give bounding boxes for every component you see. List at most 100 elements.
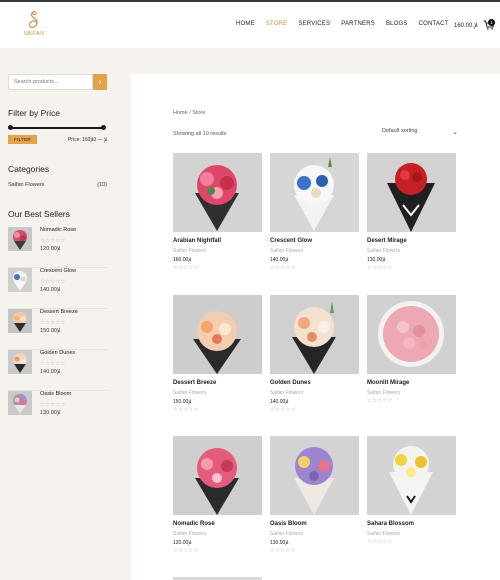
product-image[interactable] bbox=[173, 153, 262, 232]
rating-stars: ☆☆☆☆☆ bbox=[367, 539, 393, 545]
breadcrumb[interactable]: Home / Store bbox=[173, 110, 205, 116]
nav-contact[interactable]: CONTACT bbox=[419, 21, 449, 27]
best-seller-price: 150.00ﻺ bbox=[40, 328, 61, 334]
sorting-value: Default sorting bbox=[382, 128, 418, 134]
product-image[interactable] bbox=[367, 436, 456, 515]
product-name[interactable]: Moonlit Mirage bbox=[367, 380, 456, 386]
cart-total[interactable]: 160.00.ﻺ bbox=[454, 22, 478, 29]
nav-services[interactable]: SERVICES bbox=[298, 21, 330, 27]
best-seller-item[interactable]: Nomadic Rose ☆☆☆☆☆ 120.00ﻺ bbox=[8, 227, 107, 268]
product-thumbnail[interactable] bbox=[8, 227, 32, 251]
product-store[interactable]: Saifan Flowers bbox=[367, 248, 456, 254]
product-image[interactable] bbox=[367, 295, 456, 374]
product-name[interactable]: Nomadic Rose bbox=[173, 521, 262, 527]
rating-stars: ☆☆☆☆☆ bbox=[40, 361, 66, 367]
category-count: (10) bbox=[97, 182, 107, 188]
product-image[interactable] bbox=[270, 153, 359, 232]
best-seller-item[interactable]: Dessert Breeze ☆☆☆☆☆ 150.00ﻺ bbox=[8, 309, 107, 350]
rating-stars: ☆☆☆☆☆ bbox=[40, 279, 66, 285]
rating-stars: ☆☆☆☆☆ bbox=[40, 320, 66, 326]
best-seller-name[interactable]: Golden Dunes bbox=[40, 350, 75, 356]
logo[interactable]: SAIFAN bbox=[22, 10, 46, 37]
product-thumbnail[interactable] bbox=[8, 268, 32, 292]
sidebar: › Filter by Price FILTER Price: 160ﻺ — 0… bbox=[8, 74, 108, 432]
price-slider-max-handle[interactable] bbox=[101, 125, 106, 130]
category-name[interactable]: Saifan Flowers bbox=[8, 182, 44, 188]
chevron-down-icon: ⌄ bbox=[452, 129, 458, 136]
best-seller-item[interactable]: Crescent Glow ☆☆☆☆☆ 140.00ﻺ bbox=[8, 268, 107, 309]
product-price: 140.00ﻺ bbox=[270, 399, 289, 405]
best-seller-name[interactable]: Dessert Breeze bbox=[40, 309, 78, 315]
category-item[interactable]: Saifan Flowers (10) bbox=[8, 182, 107, 188]
product-name[interactable]: Arabian Nightfall bbox=[173, 238, 262, 244]
best-seller-item[interactable]: Oasis Bloom ☆☆☆☆☆ 130.00ﻺ bbox=[8, 391, 107, 432]
product-image[interactable] bbox=[173, 295, 262, 374]
product-image[interactable] bbox=[173, 436, 262, 515]
product-name[interactable]: Oasis Bloom bbox=[270, 521, 359, 527]
product-card[interactable]: Sahara Blossom Saifan Flowers ☆☆☆☆☆ bbox=[367, 436, 456, 545]
nav-home[interactable]: HOME bbox=[236, 21, 255, 27]
product-name[interactable]: Sahara Blossom bbox=[367, 521, 456, 527]
product-store[interactable]: Saifan Flowers bbox=[173, 531, 262, 537]
product-price: 150.00ﻺ bbox=[173, 399, 192, 405]
product-card[interactable]: Nomadic Rose Saifan Flowers 120.00ﻺ ☆☆☆☆… bbox=[173, 436, 262, 554]
best-seller-price: 140.00ﻺ bbox=[40, 369, 61, 375]
sorting-select[interactable]: Default sorting ⌄ bbox=[382, 128, 458, 140]
product-card[interactable]: Dessert Breeze Saifan Flowers 150.00ﻺ ☆☆… bbox=[173, 295, 262, 413]
product-image[interactable] bbox=[270, 436, 359, 515]
filter-title: Filter by Price bbox=[8, 108, 60, 118]
product-card[interactable]: Arabian Nightfall Saifan Flowers 160.00ﻺ… bbox=[173, 153, 262, 271]
rating-stars: ☆☆☆☆☆ bbox=[173, 407, 199, 413]
rating-stars: ☆☆☆☆☆ bbox=[270, 265, 296, 271]
product-store[interactable]: Saifan Flowers bbox=[173, 248, 262, 254]
product-price: 140.00ﻺ bbox=[270, 257, 289, 263]
product-name[interactable]: Crescent Glow bbox=[270, 238, 359, 244]
price-slider[interactable] bbox=[8, 124, 106, 132]
rating-stars: ☆☆☆☆☆ bbox=[40, 238, 66, 244]
price-range-label: Price: 160ﻺ — 0ﻺ bbox=[67, 136, 107, 143]
best-seller-name[interactable]: Crescent Glow bbox=[40, 268, 76, 274]
best-seller-item[interactable]: Golden Dunes ☆☆☆☆☆ 140.00ﻺ bbox=[8, 350, 107, 391]
product-store[interactable]: Saifan Flowers bbox=[270, 390, 359, 396]
product-name[interactable]: Desert Mirage bbox=[367, 238, 456, 244]
best-seller-price: 130.00ﻺ bbox=[40, 410, 61, 416]
rating-stars: ☆☆☆☆☆ bbox=[270, 407, 296, 413]
product-store[interactable]: Saifan Flowers bbox=[173, 390, 262, 396]
logo-mark-icon bbox=[28, 11, 38, 29]
nav-blogs[interactable]: BLOGS bbox=[386, 21, 408, 27]
filter-button[interactable]: FILTER bbox=[8, 135, 37, 144]
rating-stars: ☆☆☆☆☆ bbox=[367, 265, 393, 271]
shop-main: Home / Store Showing all 10 results Defa… bbox=[131, 74, 500, 580]
product-store[interactable]: Saifan Flowers bbox=[367, 390, 456, 396]
product-card[interactable]: Golden Dunes Saifan Flowers 140.00ﻺ ☆☆☆☆… bbox=[270, 295, 359, 413]
product-store[interactable]: Saifan Flowers bbox=[270, 531, 359, 537]
best-seller-name[interactable]: Nomadic Rose bbox=[40, 227, 76, 233]
product-card[interactable]: Moonlit Mirage Saifan Flowers ☆☆☆☆☆ bbox=[367, 295, 456, 404]
best-sellers-list: Nomadic Rose ☆☆☆☆☆ 120.00ﻺ Crescent Glow… bbox=[8, 227, 107, 432]
product-search: › bbox=[8, 74, 107, 90]
nav-partners[interactable]: PARTNERS bbox=[341, 21, 375, 27]
search-input[interactable] bbox=[8, 74, 93, 90]
product-image[interactable] bbox=[270, 295, 359, 374]
best-seller-price: 120.00ﻺ bbox=[40, 246, 61, 252]
product-card[interactable]: Crescent Glow Saifan Flowers 140.00ﻺ ☆☆☆… bbox=[270, 153, 359, 271]
product-thumbnail[interactable] bbox=[8, 350, 32, 374]
product-thumbnail[interactable] bbox=[8, 309, 32, 333]
chevron-right-icon: › bbox=[98, 77, 102, 86]
result-count: Showing all 10 results bbox=[173, 131, 227, 137]
product-name[interactable]: Golden Dunes bbox=[270, 380, 359, 386]
product-card[interactable]: Oasis Bloom Saifan Flowers 130.00ﻺ ☆☆☆☆☆ bbox=[270, 436, 359, 554]
product-price: 130.00ﻺ bbox=[367, 257, 386, 263]
product-store[interactable]: Saifan Flowers bbox=[367, 531, 456, 537]
product-thumbnail[interactable] bbox=[8, 391, 32, 415]
price-slider-min-handle[interactable] bbox=[8, 125, 13, 130]
site-header: SAIFAN HOME STORE SERVICES PARTNERS BLOG… bbox=[0, 2, 500, 48]
product-name[interactable]: Dessert Breeze bbox=[173, 380, 262, 386]
rating-stars: ☆☆☆☆☆ bbox=[173, 265, 199, 271]
product-image[interactable] bbox=[367, 153, 456, 232]
search-button[interactable]: › bbox=[93, 74, 107, 90]
best-seller-name[interactable]: Oasis Bloom bbox=[40, 391, 71, 397]
nav-store[interactable]: STORE bbox=[266, 21, 288, 27]
product-store[interactable]: Saifan Flowers bbox=[270, 248, 359, 254]
product-card[interactable]: Desert Mirage Saifan Flowers 130.00ﻺ ☆☆☆… bbox=[367, 153, 456, 271]
